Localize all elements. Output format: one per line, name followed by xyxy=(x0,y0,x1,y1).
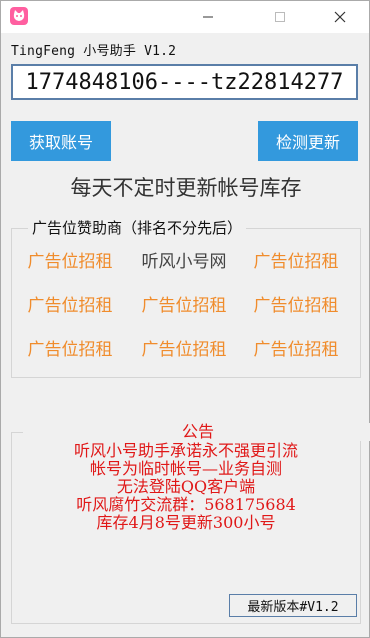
minimize-button[interactable] xyxy=(185,1,231,33)
notice-group-legend: 公告 xyxy=(23,423,370,441)
cat-app-icon xyxy=(10,7,28,25)
ad-slot[interactable]: 广告位招租 xyxy=(129,291,239,316)
latest-version-button[interactable]: 最新版本#V1.2 xyxy=(229,594,357,617)
ad-slot[interactable]: 广告位招租 xyxy=(241,291,351,316)
notice-line: 库存4月8号更新300小号 xyxy=(96,513,276,532)
stock-notice: 每天不定时更新帐号库存 xyxy=(70,176,302,200)
minimize-icon xyxy=(203,16,213,18)
notice-line: 帐号为临时帐号—业务自测 xyxy=(89,459,282,478)
get-account-button[interactable]: 获取账号 xyxy=(11,121,111,161)
ad-slot-tingfeng[interactable]: 听风小号网 xyxy=(129,247,239,272)
app-title: TingFeng 小号助手 V1.2 xyxy=(11,44,177,59)
sponsor-group-legend: 广告位赞助商（排名不分先后） xyxy=(28,219,247,237)
ad-slot[interactable]: 广告位招租 xyxy=(15,247,125,272)
maximize-icon xyxy=(275,12,285,22)
close-button[interactable] xyxy=(317,1,363,33)
title-bar[interactable] xyxy=(1,1,369,33)
ad-slot[interactable]: 广告位招租 xyxy=(241,335,351,360)
notice-line: 听风小号助手承诺永不强更引流 xyxy=(73,441,298,460)
check-update-button[interactable]: 检测更新 xyxy=(258,121,358,161)
close-icon xyxy=(334,11,346,23)
notice-line: 听风腐竹交流群：568175684 xyxy=(76,495,296,514)
ad-slot[interactable]: 广告位招租 xyxy=(15,335,125,360)
ad-slot[interactable]: 广告位招租 xyxy=(15,291,125,316)
ad-slot[interactable]: 广告位招租 xyxy=(241,247,351,272)
ad-slot[interactable]: 广告位招租 xyxy=(129,335,239,360)
account-field[interactable] xyxy=(11,64,358,100)
app-window: TingFeng 小号助手 V1.2 获取账号 检测更新 每天不定时更新帐号库存… xyxy=(0,0,370,638)
maximize-button[interactable] xyxy=(257,1,303,33)
notice-text: 听风小号助手承诺永不强更引流 帐号为临时帐号—业务自测 无法登陆QQ客户端 听风… xyxy=(15,442,357,532)
notice-line: 无法登陆QQ客户端 xyxy=(116,477,256,496)
